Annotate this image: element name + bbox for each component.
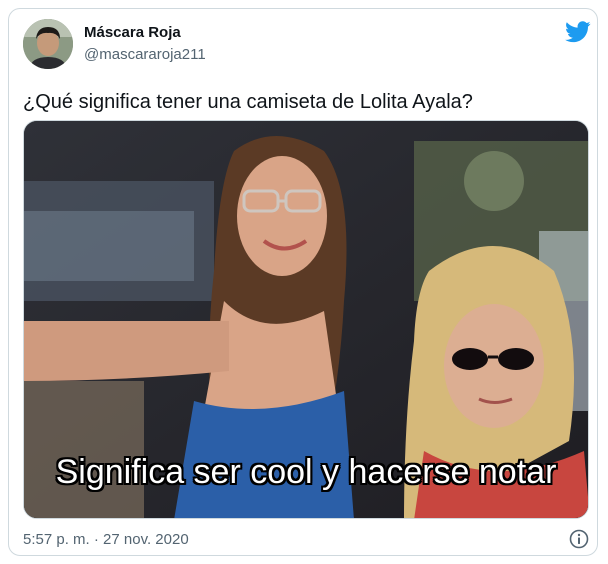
twitter-bird-icon[interactable] [565,21,591,43]
tweet-timestamp[interactable]: 5:57 p. m. · 27 nov. 2020 [23,531,189,548]
author-handle[interactable]: @mascararoja211 [84,46,206,63]
tweet-text: ¿Qué significa tener una camiseta de Lol… [23,91,473,113]
tweet-date: 27 nov. 2020 [103,531,189,548]
tweet-card: Máscara Roja @mascararoja211 ¿Qué signif… [8,8,598,556]
tweet-media[interactable]: Significa ser cool y hacerse notar [23,120,589,519]
user-avatar-image [23,19,73,69]
tweet-time: 5:57 p. m. [23,531,90,548]
avatar[interactable] [23,19,73,69]
timestamp-separator: · [93,531,99,548]
info-icon[interactable] [569,529,589,549]
meme-caption: Significa ser cool y hacerse notar [55,453,557,491]
author-display-name[interactable]: Máscara Roja [84,24,181,41]
